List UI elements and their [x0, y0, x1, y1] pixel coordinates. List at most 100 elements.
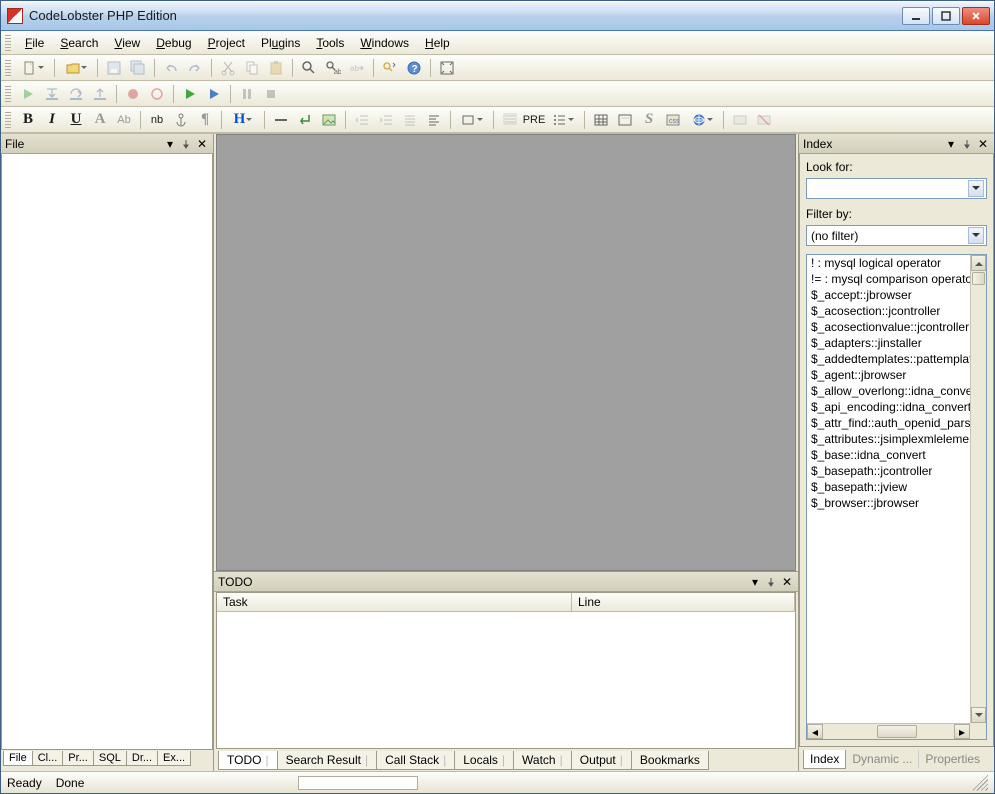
new-file-button[interactable]	[17, 57, 49, 79]
redo-button[interactable]	[184, 57, 206, 79]
close-button[interactable]	[962, 7, 990, 25]
div-button[interactable]	[456, 109, 488, 131]
scroll-thumb[interactable]	[877, 725, 917, 738]
italic-button[interactable]: I	[41, 109, 63, 131]
menu-debug[interactable]: Debug	[148, 33, 199, 53]
file-tree[interactable]	[1, 154, 213, 750]
column-task[interactable]: Task	[217, 593, 572, 611]
column-line[interactable]: Line	[572, 593, 795, 611]
index-item[interactable]: $_allow_overlong::idna_convert	[807, 383, 970, 399]
step-out-button[interactable]	[89, 83, 111, 105]
index-item[interactable]: $_basepath::jcontroller	[807, 463, 970, 479]
filter-by-select[interactable]: (no filter)	[806, 225, 987, 246]
hr-button[interactable]	[270, 109, 292, 131]
paragraph-button[interactable]: ¶	[194, 109, 216, 131]
close-icon[interactable]: ✕	[976, 137, 990, 151]
dropdown-icon[interactable]: ▾	[163, 137, 177, 151]
menu-plugins[interactable]: Plugins	[253, 33, 308, 53]
dropdown-icon[interactable]: ▾	[944, 137, 958, 151]
left-tab[interactable]: Cl...	[32, 751, 64, 766]
link-button[interactable]	[686, 109, 718, 131]
index-item[interactable]: $_basepath::jview	[807, 479, 970, 495]
pin-icon[interactable]	[764, 575, 778, 589]
index-item[interactable]: $_base::idna_convert	[807, 447, 970, 463]
debug-run-button[interactable]	[179, 83, 201, 105]
index-item[interactable]: $_addedtemplates::pattemplate	[807, 351, 970, 367]
index-item[interactable]: $_accept::jbrowser	[807, 287, 970, 303]
save-all-button[interactable]	[127, 57, 149, 79]
menu-help[interactable]: Help	[417, 33, 458, 53]
todo-list[interactable]: Task Line	[216, 592, 796, 749]
open-file-button[interactable]	[60, 57, 92, 79]
chevron-down-icon[interactable]	[968, 180, 984, 197]
undo-button[interactable]	[160, 57, 182, 79]
left-tab[interactable]: File	[3, 751, 33, 766]
resize-grip-icon[interactable]	[972, 775, 988, 791]
debug-stop-button[interactable]	[260, 83, 282, 105]
toggle-fullscreen-button[interactable]	[436, 57, 458, 79]
scroll-thumb[interactable]	[972, 272, 985, 285]
menu-windows[interactable]: Windows	[352, 33, 417, 53]
minimize-button[interactable]	[902, 7, 930, 25]
copy-button[interactable]	[241, 57, 263, 79]
horizontal-scrollbar[interactable]: ◂ ▸	[807, 723, 970, 739]
editor-area[interactable]	[216, 134, 796, 571]
bottom-tab[interactable]: Call Stack|	[376, 751, 455, 770]
index-item[interactable]: $_browser::jbrowser	[807, 495, 970, 511]
breakpoint-clear-button[interactable]	[146, 83, 168, 105]
menu-tools[interactable]: Tools	[308, 33, 352, 53]
bottom-tab[interactable]: Output|	[571, 751, 632, 770]
cut-button[interactable]	[217, 57, 239, 79]
align-left-button[interactable]	[423, 109, 445, 131]
uncomment-button[interactable]	[753, 109, 775, 131]
debug-continue-button[interactable]	[203, 83, 225, 105]
image-button[interactable]	[318, 109, 340, 131]
breakpoint-button[interactable]	[122, 83, 144, 105]
paste-button[interactable]	[265, 57, 287, 79]
index-list[interactable]: ! : mysql logical operator!= : mysql com…	[806, 254, 987, 740]
outdent-button[interactable]	[351, 109, 373, 131]
menu-search[interactable]: Search	[52, 33, 106, 53]
close-icon[interactable]: ✕	[780, 575, 794, 589]
bottom-tab[interactable]: TODO|	[218, 751, 278, 770]
underline-button[interactable]: U	[65, 109, 87, 131]
look-for-input[interactable]	[806, 178, 987, 199]
list-button[interactable]	[547, 109, 579, 131]
comment-button[interactable]	[729, 109, 751, 131]
save-button[interactable]	[103, 57, 125, 79]
scroll-left-icon[interactable]: ◂	[807, 724, 823, 739]
nbsp-button[interactable]: nb	[146, 109, 168, 131]
index-item[interactable]: $_agent::jbrowser	[807, 367, 970, 383]
abbr-button[interactable]: Ab	[113, 109, 135, 131]
menu-view[interactable]: View	[106, 33, 148, 53]
scroll-down-icon[interactable]	[971, 707, 986, 723]
left-tab[interactable]: Dr...	[126, 751, 158, 766]
index-item[interactable]: $_adapters::jinstaller	[807, 335, 970, 351]
bottom-tab[interactable]: Search Result|	[277, 751, 378, 770]
chevron-down-icon[interactable]	[968, 227, 984, 244]
step-into-button[interactable]	[41, 83, 63, 105]
close-icon[interactable]: ✕	[195, 137, 209, 151]
pin-icon[interactable]	[179, 137, 193, 151]
br-button[interactable]	[294, 109, 316, 131]
menu-project[interactable]: Project	[200, 33, 253, 53]
debug-pause-button[interactable]	[236, 83, 258, 105]
scroll-up-icon[interactable]	[971, 255, 986, 271]
index-item[interactable]: $_api_encoding::idna_convert	[807, 399, 970, 415]
index-item[interactable]: $_attributes::jsimplexmlelement	[807, 431, 970, 447]
left-tab[interactable]: Ex...	[157, 751, 191, 766]
pre-button[interactable]: PRE	[523, 109, 545, 131]
form-button[interactable]	[614, 109, 636, 131]
style-button[interactable]: css	[662, 109, 684, 131]
pin-icon[interactable]	[960, 137, 974, 151]
index-item[interactable]: $_attr_find::auth_openid_parse	[807, 415, 970, 431]
script-button[interactable]: S	[638, 109, 660, 131]
index-item[interactable]: != : mysql comparison operator	[807, 271, 970, 287]
font-color-button[interactable]: A	[89, 109, 111, 131]
left-tab[interactable]: Pr...	[62, 751, 94, 766]
heading-button[interactable]: H	[227, 109, 259, 131]
anchor-button[interactable]	[170, 109, 192, 131]
indent-button[interactable]	[375, 109, 397, 131]
bottom-tab[interactable]: Locals|	[454, 751, 514, 770]
left-tab[interactable]: SQL	[93, 751, 127, 766]
